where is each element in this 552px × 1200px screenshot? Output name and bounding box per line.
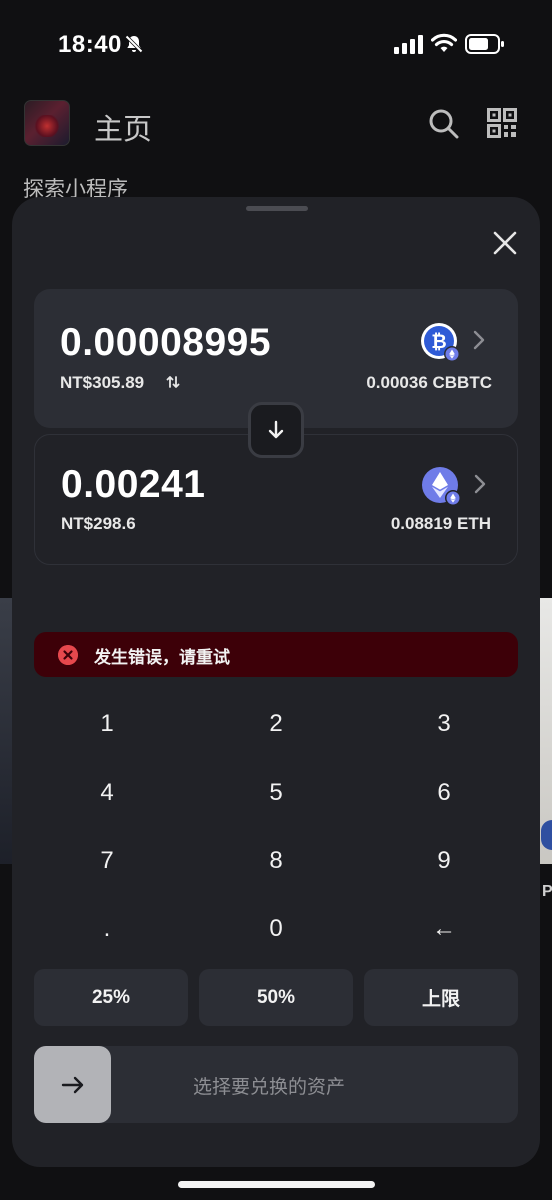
keypad-key-3[interactable]: 3 bbox=[384, 696, 504, 752]
keypad-key-decimal[interactable]: . bbox=[47, 901, 167, 957]
slide-prompt-label: 选择要兑换的资产 bbox=[193, 1077, 346, 1098]
arrow-right-icon bbox=[61, 1076, 83, 1093]
to-balance: 0.08819 ETH bbox=[390, 514, 491, 533]
background-card-left bbox=[0, 598, 12, 864]
to-fiat-value: NT$298.6 bbox=[61, 514, 136, 533]
sheet-grabber[interactable] bbox=[246, 206, 308, 211]
background-card-label: P bbox=[542, 883, 552, 900]
keypad-key-1[interactable]: 1 bbox=[47, 696, 167, 752]
to-amount: 0.00241 bbox=[61, 463, 206, 506]
keypad-key-6[interactable]: 6 bbox=[384, 765, 504, 821]
home-indicator[interactable] bbox=[178, 1181, 375, 1188]
cellular-signal-icon bbox=[394, 35, 423, 54]
keypad-key-8[interactable]: 8 bbox=[216, 833, 336, 889]
background-card-badge bbox=[541, 820, 552, 850]
chevron-right-icon[interactable] bbox=[472, 329, 486, 351]
swap-currency-icon[interactable] bbox=[165, 374, 181, 390]
status-bar: 18:40 bbox=[0, 0, 552, 90]
keypad-key-9[interactable]: 9 bbox=[384, 833, 504, 889]
search-icon[interactable] bbox=[428, 108, 460, 140]
arrow-down-icon bbox=[268, 420, 284, 439]
keypad-key-4[interactable]: 4 bbox=[47, 765, 167, 821]
error-icon bbox=[58, 645, 78, 665]
percent-25-button[interactable]: 25% bbox=[34, 969, 188, 1026]
keypad-key-0[interactable]: 0 bbox=[216, 901, 336, 957]
max-button[interactable]: 上限 bbox=[364, 969, 518, 1026]
qr-scan-icon[interactable] bbox=[487, 108, 517, 138]
avatar[interactable] bbox=[24, 100, 70, 146]
bitcoin-icon[interactable]: ₿ bbox=[419, 321, 459, 361]
keypad-key-7[interactable]: 7 bbox=[47, 833, 167, 889]
from-fiat-value: NT$305.89 bbox=[60, 373, 145, 392]
percent-50-button[interactable]: 50% bbox=[199, 969, 353, 1026]
ethereum-icon[interactable] bbox=[420, 465, 460, 505]
keypad-key-5[interactable]: 5 bbox=[216, 765, 336, 821]
battery-icon bbox=[465, 34, 504, 54]
slide-knob[interactable] bbox=[34, 1046, 111, 1123]
error-message: 发生错误，请重试 bbox=[94, 648, 230, 667]
switch-direction-button[interactable] bbox=[248, 402, 304, 458]
status-time: 18:40 bbox=[58, 31, 122, 58]
page-title: 主页 bbox=[94, 114, 153, 146]
from-balance: 0.00036 CBBTC bbox=[366, 373, 492, 392]
wifi-icon bbox=[431, 33, 457, 52]
background-app-header: 主页 bbox=[0, 96, 552, 156]
error-banner: 发生错误，请重试 bbox=[34, 632, 518, 677]
svg-text:₿: ₿ bbox=[431, 331, 446, 353]
close-icon[interactable] bbox=[490, 228, 520, 258]
keypad-backspace-button[interactable]: ← bbox=[384, 901, 504, 957]
chevron-right-icon[interactable] bbox=[473, 473, 487, 495]
bell-muted-icon bbox=[124, 34, 144, 54]
keypad-key-2[interactable]: 2 bbox=[216, 696, 336, 752]
from-amount[interactable]: 0.00008995 bbox=[60, 321, 271, 365]
slide-to-swap[interactable]: 选择要兑换的资产 bbox=[34, 1046, 518, 1123]
